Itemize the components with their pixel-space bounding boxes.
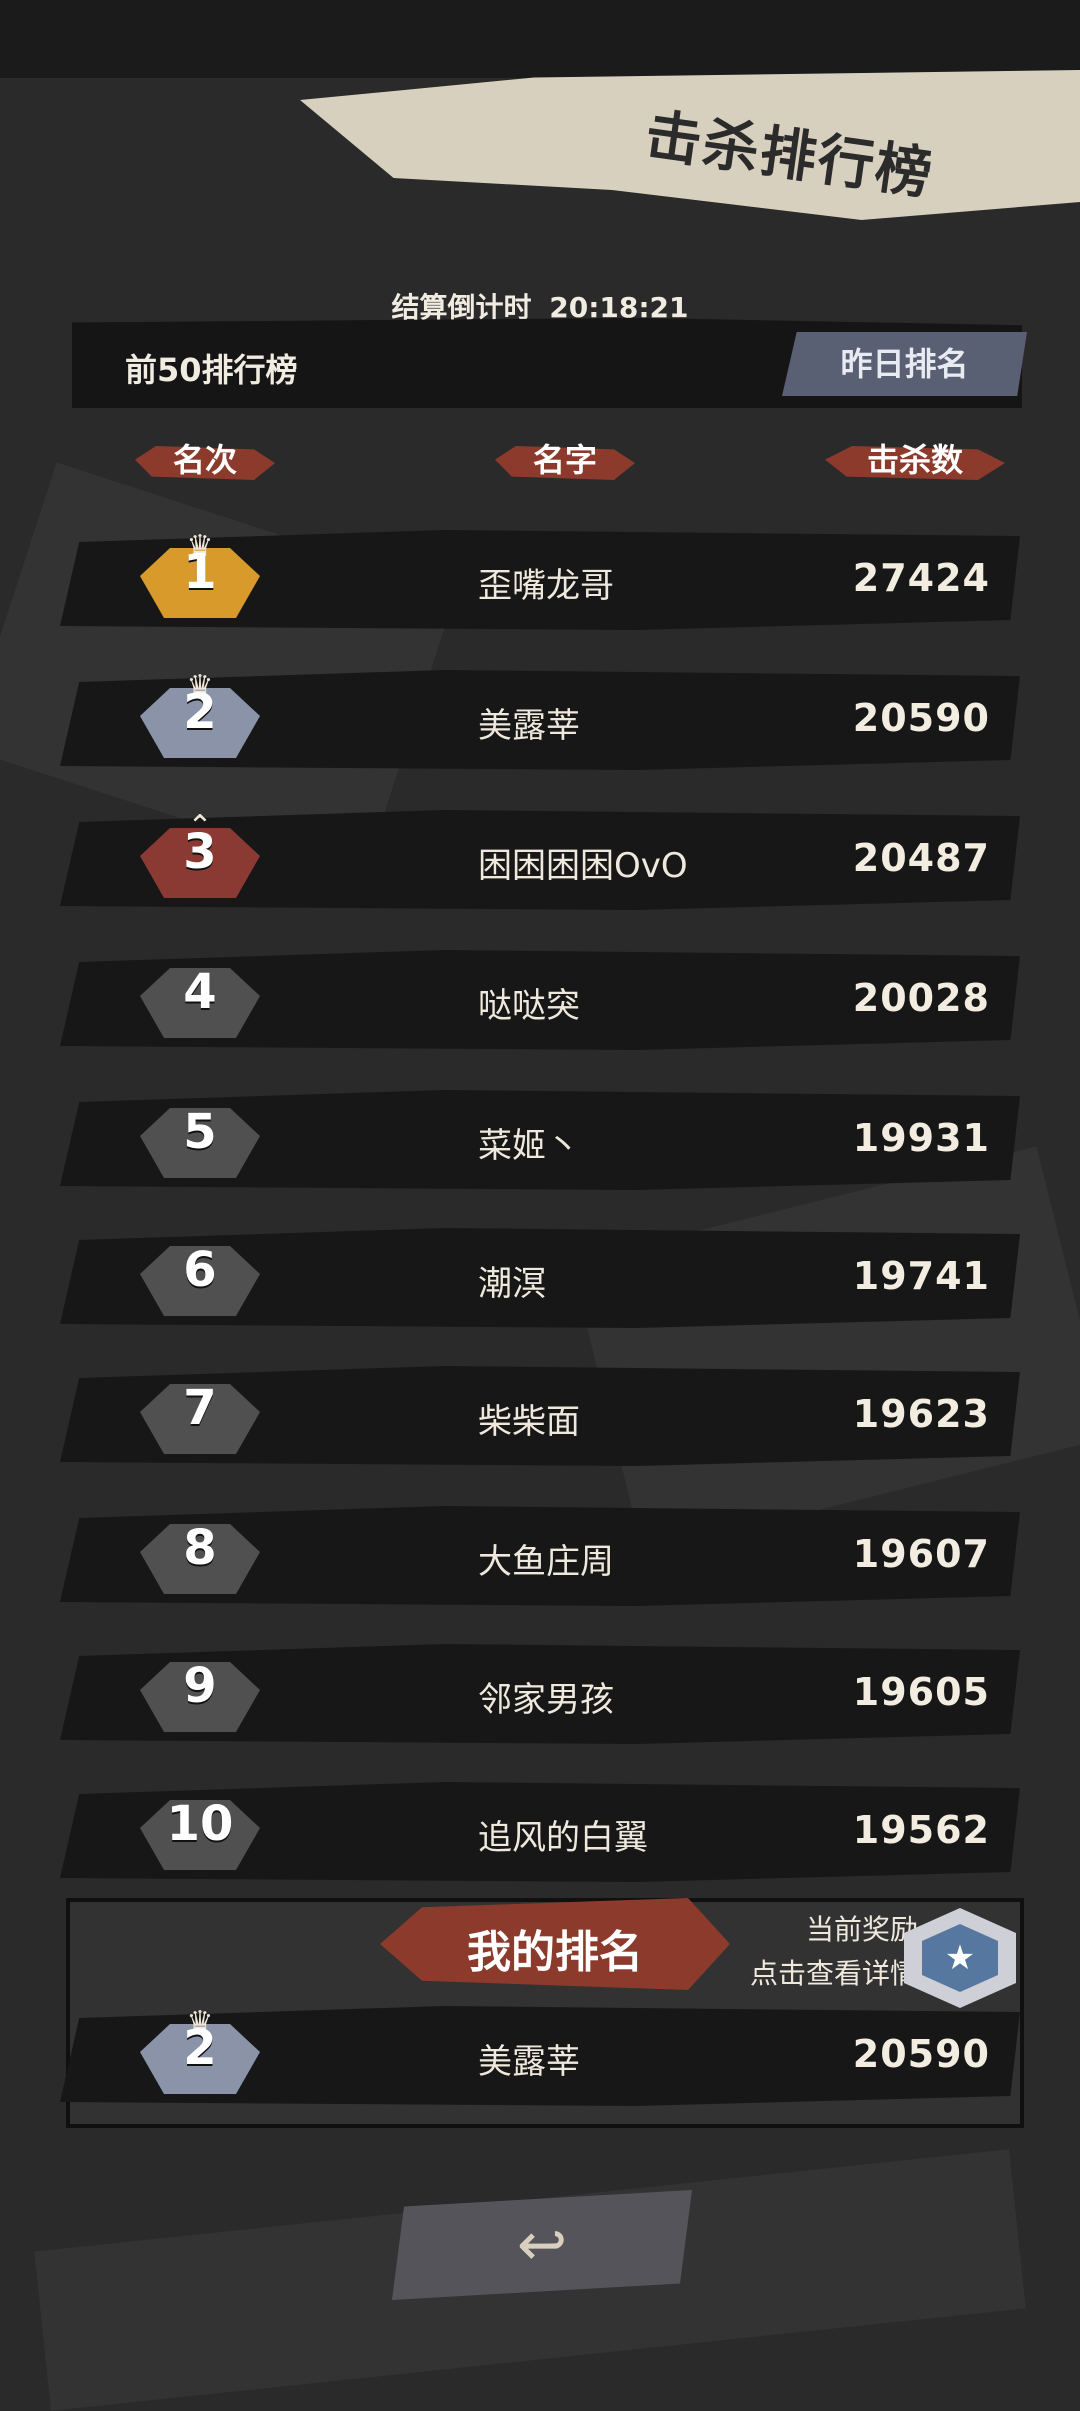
player-name: 柴柴面 bbox=[478, 1402, 580, 1442]
ranking-row[interactable]: 7 柴柴面 19623 bbox=[60, 1356, 1020, 1468]
ranking-row[interactable]: 10 追风的白翼 19562 bbox=[60, 1772, 1020, 1884]
ranking-row[interactable]: ♛ 1 歪嘴龙哥 27424 bbox=[60, 520, 1020, 632]
kill-count: 20487 bbox=[852, 836, 990, 880]
ranking-row[interactable]: 4 哒哒突 20028 bbox=[60, 940, 1020, 1052]
ranking-row[interactable]: 9 邻家男孩 19605 bbox=[60, 1634, 1020, 1746]
kill-count: 19741 bbox=[852, 1254, 990, 1298]
rank-number: 2 bbox=[183, 684, 217, 740]
back-arrow-icon: ↩ bbox=[516, 2210, 568, 2280]
reward-detail-label: 点击查看详情 bbox=[749, 1957, 918, 1990]
player-name: 大鱼庄周 bbox=[478, 1542, 614, 1582]
reward-link[interactable]: 当前奖励 点击查看详情 bbox=[718, 1908, 918, 1996]
kill-count: 19623 bbox=[852, 1392, 990, 1436]
kill-count: 20590 bbox=[852, 696, 990, 740]
rank-number: 10 bbox=[166, 1796, 234, 1852]
rank-number: 7 bbox=[183, 1380, 217, 1436]
kill-count: 20028 bbox=[852, 976, 990, 1020]
yesterday-rank-button[interactable]: 昨日排名 bbox=[782, 332, 1027, 396]
player-name: 菜姬丶 bbox=[478, 1126, 580, 1166]
player-name: 哒哒突 bbox=[478, 986, 580, 1026]
player-name: 困困困困OvO bbox=[478, 846, 688, 886]
kill-count: 19562 bbox=[852, 1808, 990, 1852]
kill-count: 20590 bbox=[852, 2032, 990, 2076]
player-name: 歪嘴龙哥 bbox=[478, 566, 614, 606]
back-button[interactable]: ↩ bbox=[392, 2190, 692, 2300]
ranking-row[interactable]: 6 潮溟 19741 bbox=[60, 1218, 1020, 1330]
rank-number: 9 bbox=[183, 1658, 217, 1714]
my-rank-row[interactable]: ♛ 2 美露莘 20590 bbox=[60, 1996, 1020, 2108]
column-header: 名次 名字 击杀数 bbox=[0, 430, 1080, 490]
ranking-row[interactable]: ♛ 2 美露莘 20590 bbox=[60, 660, 1020, 772]
column-kills-header: 击杀数 bbox=[845, 430, 985, 490]
player-name: 邻家男孩 bbox=[478, 1680, 614, 1720]
kill-count: 19931 bbox=[852, 1116, 990, 1160]
column-rank-header: 名次 bbox=[155, 430, 255, 490]
reward-label: 当前奖励 bbox=[805, 1913, 918, 1946]
kill-count: 27424 bbox=[852, 556, 990, 600]
rank-number: 1 bbox=[183, 544, 217, 600]
top-bar bbox=[0, 0, 1080, 78]
background-shard bbox=[570, 1146, 1080, 1554]
rank-number: 2 bbox=[183, 2020, 217, 2076]
player-name: 美露莘 bbox=[478, 2042, 580, 2082]
kill-count: 19607 bbox=[852, 1532, 990, 1576]
ranking-row[interactable]: ⌃ 3 困困困困OvO 20487 bbox=[60, 800, 1020, 912]
player-name: 潮溟 bbox=[478, 1264, 546, 1304]
my-rank-title: 我的排名 bbox=[467, 1927, 643, 1978]
ranking-row[interactable]: 5 菜姬丶 19931 bbox=[60, 1080, 1020, 1192]
rank-number: 5 bbox=[183, 1104, 217, 1160]
rank-number: 6 bbox=[183, 1242, 217, 1298]
rank-number: 3 bbox=[183, 824, 217, 880]
column-name-header: 名字 bbox=[515, 430, 615, 490]
ranking-row[interactable]: 8 大鱼庄周 19607 bbox=[60, 1496, 1020, 1608]
rank-number: 4 bbox=[183, 964, 217, 1020]
top50-label: 前50排行榜 bbox=[125, 351, 298, 389]
player-name: 追风的白翼 bbox=[478, 1818, 648, 1858]
kill-count: 19605 bbox=[852, 1670, 990, 1714]
rank-number: 8 bbox=[183, 1520, 217, 1576]
player-name: 美露莘 bbox=[478, 706, 580, 746]
